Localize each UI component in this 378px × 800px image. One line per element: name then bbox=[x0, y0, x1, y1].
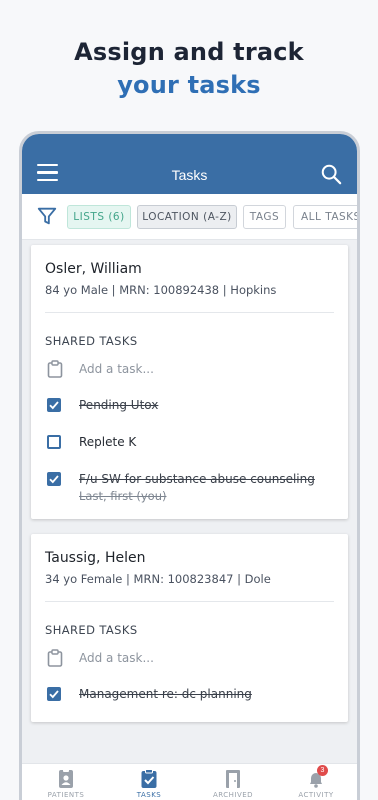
patient-card[interactable]: Taussig, Helen 34 yo Female | MRN: 10082… bbox=[31, 534, 348, 722]
chip-all-tasks[interactable]: ALL TASKS bbox=[293, 205, 357, 229]
bell-icon: 3 bbox=[305, 765, 328, 790]
nav-patients-label: PATIENTS bbox=[47, 791, 85, 799]
section-title: SHARED TASKS bbox=[45, 334, 138, 348]
nav-tasks[interactable]: TASKS bbox=[119, 768, 179, 799]
patient-info: 34 yo Female | MRN: 100823847 | Dole bbox=[45, 572, 271, 586]
add-task-input[interactable]: Add a task... bbox=[79, 362, 154, 376]
task-checkbox[interactable] bbox=[47, 472, 61, 486]
chip-location[interactable]: LOCATION (A-Z) bbox=[137, 205, 237, 229]
nav-archived[interactable]: ARCHIVED bbox=[203, 768, 263, 799]
archive-door-icon bbox=[226, 770, 240, 788]
task-item[interactable]: Pending Utox bbox=[45, 395, 334, 417]
task-checkbox[interactable] bbox=[47, 687, 61, 701]
promo-headline-line1: Assign and track bbox=[74, 38, 304, 66]
task-assignee: Last, first (you) bbox=[79, 489, 167, 503]
chip-lists[interactable]: LISTS (6) bbox=[67, 205, 131, 229]
patient-badge-icon bbox=[59, 769, 73, 788]
filter-icon[interactable] bbox=[36, 205, 58, 227]
app-bar: Tasks bbox=[22, 134, 357, 194]
nav-activity-label: ACTIVITY bbox=[298, 791, 334, 799]
promo-headline-line2: your tasks bbox=[117, 71, 261, 99]
add-task-row[interactable]: Add a task... bbox=[45, 359, 334, 381]
app-bar-title: Tasks bbox=[171, 167, 208, 183]
divider bbox=[45, 312, 334, 313]
patient-card[interactable]: Osler, William 84 yo Male | MRN: 1008924… bbox=[31, 245, 348, 519]
filter-bar: LISTS (6) LOCATION (A-Z) TAGS ALL TASKS bbox=[22, 194, 357, 240]
clipboard-icon bbox=[47, 649, 63, 667]
task-checkbox[interactable] bbox=[47, 398, 61, 412]
task-clipboard-icon bbox=[141, 769, 157, 788]
task-item[interactable]: F/u SW for substance abuse counseling La… bbox=[45, 469, 334, 509]
task-item[interactable]: Management re: dc planning bbox=[45, 684, 334, 706]
task-text: Pending Utox bbox=[79, 398, 159, 412]
patient-name[interactable]: Taussig, Helen bbox=[45, 550, 145, 566]
task-text: F/u SW for substance abuse counseling bbox=[79, 472, 315, 486]
task-text: Replete K bbox=[79, 435, 137, 449]
nav-archived-label: ARCHIVED bbox=[212, 791, 254, 799]
search-icon[interactable] bbox=[320, 163, 342, 185]
bottom-nav: PATIENTS TASKS ARCHIVED 3 ACTIVITY bbox=[22, 763, 357, 800]
patient-info: 84 yo Male | MRN: 100892438 | Hopkins bbox=[45, 283, 277, 297]
chip-tags[interactable]: TAGS bbox=[243, 205, 286, 229]
divider bbox=[45, 601, 334, 602]
task-item[interactable]: Replete K bbox=[45, 432, 334, 454]
clipboard-icon bbox=[47, 360, 63, 378]
promo-headline: Assign and track your tasks bbox=[0, 36, 378, 102]
phone-frame: Tasks LISTS (6) LOCATION (A-Z) TAGS ALL … bbox=[19, 131, 360, 800]
nav-tasks-label: TASKS bbox=[136, 791, 162, 799]
nav-activity[interactable]: 3 ACTIVITY bbox=[286, 765, 346, 799]
nav-patients[interactable]: PATIENTS bbox=[36, 768, 96, 799]
activity-badge: 3 bbox=[317, 765, 328, 776]
patient-name[interactable]: Osler, William bbox=[45, 261, 142, 277]
task-text: Management re: dc planning bbox=[79, 687, 252, 701]
add-task-input[interactable]: Add a task... bbox=[79, 651, 154, 665]
add-task-row[interactable]: Add a task... bbox=[45, 648, 334, 670]
section-title: SHARED TASKS bbox=[45, 623, 138, 637]
task-checkbox[interactable] bbox=[47, 435, 61, 449]
